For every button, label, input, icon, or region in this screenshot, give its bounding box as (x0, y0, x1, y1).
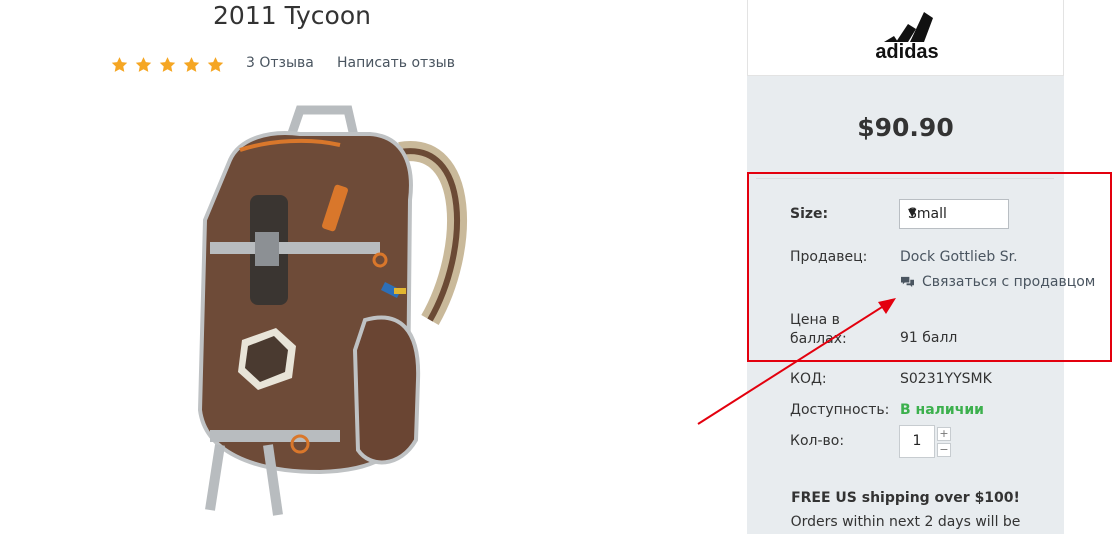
code-label: КОД: (790, 371, 827, 387)
shipping-notice: FREE US shipping over $100! (791, 490, 1020, 506)
points-label-line1: Цена в (790, 312, 840, 328)
size-select[interactable]: Small ▼ (899, 199, 1009, 229)
quantity-input[interactable]: 1 (899, 425, 935, 458)
quantity-label: Кол-во: (790, 433, 845, 449)
shipping-orders-text: Orders within next 2 days will be (790, 514, 1021, 530)
points-value: 91 балл (900, 330, 958, 346)
star-icon (183, 57, 200, 72)
contact-seller-text: Связаться с продавцом (922, 274, 1096, 290)
quantity-increase-button[interactable]: + (937, 427, 951, 441)
seller-label: Продавец: (790, 249, 868, 265)
product-title: 2011 Tycoon (213, 1, 371, 30)
chat-bubble-icon (901, 276, 914, 287)
adidas-logo-text: adidas (875, 41, 938, 62)
brand-logo-box[interactable]: adidas (747, 0, 1064, 76)
star-icon (159, 57, 176, 72)
code-value: S0231YYSMK (900, 371, 992, 387)
contact-seller-link[interactable]: Связаться с продавцом (900, 274, 1095, 290)
write-review-link[interactable]: Написать отзыв (337, 55, 455, 71)
panel-divider (756, 178, 1054, 179)
adidas-logo: adidas (875, 12, 939, 62)
reviews-link[interactable]: 3 Отзыва (246, 55, 314, 71)
size-label: Size: (790, 206, 829, 222)
quantity-decrease-button[interactable]: − (937, 443, 951, 457)
product-price: $90.90 (857, 113, 954, 142)
rating-stars (110, 56, 225, 74)
star-icon (135, 57, 152, 72)
purchase-panel: $90.90 FREE US shipping over $100! Order… (747, 76, 1064, 534)
dropdown-arrow-icon: ▼ (908, 206, 917, 219)
brown-backpack-image[interactable] (170, 100, 480, 534)
star-icon (207, 57, 224, 72)
product-rating (110, 54, 225, 76)
star-icon (111, 57, 128, 72)
availability-status: В наличии (900, 402, 984, 418)
points-label: Цена в баллах: (790, 311, 847, 349)
points-label-line2: баллах: (790, 331, 847, 347)
seller-name-link[interactable]: Dock Gottlieb Sr. (900, 249, 1018, 265)
availability-label: Доступность: (790, 402, 890, 418)
